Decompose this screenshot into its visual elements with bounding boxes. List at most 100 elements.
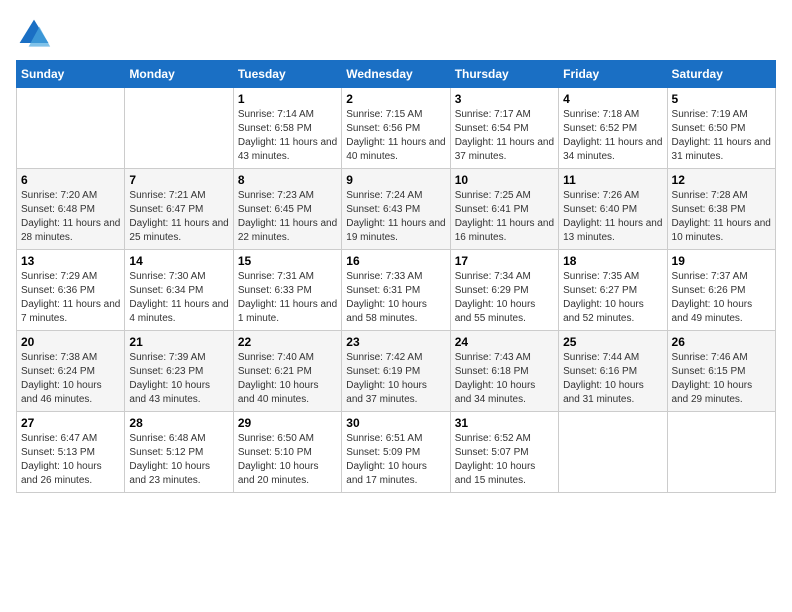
- calendar-week-row: 1 Sunrise: 7:14 AM Sunset: 6:58 PM Daylig…: [17, 88, 776, 169]
- calendar-cell: [559, 412, 667, 493]
- calendar-cell: 2 Sunrise: 7:15 AM Sunset: 6:56 PM Daylig…: [342, 88, 450, 169]
- weekday-header: Monday: [125, 61, 233, 88]
- day-number: 15: [238, 254, 337, 268]
- day-info: Sunrise: 7:42 AM Sunset: 6:19 PM Dayligh…: [346, 351, 445, 407]
- day-number: 20: [21, 335, 120, 349]
- day-number: 29: [238, 416, 337, 430]
- day-number: 9: [346, 173, 445, 187]
- day-info: Sunrise: 6:47 AM Sunset: 5:13 PM Dayligh…: [21, 432, 120, 488]
- day-number: 10: [455, 173, 554, 187]
- weekday-header: Tuesday: [233, 61, 341, 88]
- day-number: 31: [455, 416, 554, 430]
- calendar-cell: 11Sunrise: 7:26 AM Sunset: 6:40 PM Dayli…: [559, 169, 667, 250]
- calendar-week-row: 13 Sunrise: 7:29 AM Sunset: 6:36 PM Dayli…: [17, 250, 776, 331]
- day-info: Sunrise: 6:48 AM Sunset: 5:12 PM Dayligh…: [129, 432, 228, 488]
- weekday-header: Wednesday: [342, 61, 450, 88]
- calendar-cell: 20 Sunrise: 7:38 AM Sunset: 6:24 PM Dayli…: [17, 331, 125, 412]
- calendar-cell: 1 Sunrise: 7:14 AM Sunset: 6:58 PM Daylig…: [233, 88, 341, 169]
- calendar-cell: 7 Sunrise: 7:21 AM Sunset: 6:47 PM Daylig…: [125, 169, 233, 250]
- calendar-week-row: 6 Sunrise: 7:20 AM Sunset: 6:48 PM Daylig…: [17, 169, 776, 250]
- logo: [16, 16, 56, 52]
- day-info: Sunrise: 7:44 AM Sunset: 6:16 PM Dayligh…: [563, 351, 662, 407]
- weekday-header: Sunday: [17, 61, 125, 88]
- day-info: Sunrise: 7:15 AM Sunset: 6:56 PM Dayligh…: [346, 108, 445, 164]
- day-number: 25: [563, 335, 662, 349]
- day-number: 12: [672, 173, 771, 187]
- day-info: Sunrise: 7:31 AM Sunset: 6:33 PM Dayligh…: [238, 270, 337, 326]
- day-number: 19: [672, 254, 771, 268]
- calendar-cell: 25 Sunrise: 7:44 AM Sunset: 6:16 PM Dayli…: [559, 331, 667, 412]
- calendar-cell: 18 Sunrise: 7:35 AM Sunset: 6:27 PM Dayli…: [559, 250, 667, 331]
- day-number: 17: [455, 254, 554, 268]
- calendar-cell: [125, 88, 233, 169]
- calendar-cell: 21 Sunrise: 7:39 AM Sunset: 6:23 PM Dayli…: [125, 331, 233, 412]
- day-number: 13: [21, 254, 120, 268]
- day-info: Sunrise: 7:24 AM Sunset: 6:43 PM Dayligh…: [346, 189, 445, 245]
- calendar-cell: 10 Sunrise: 7:25 AM Sunset: 6:41 PM Dayli…: [450, 169, 558, 250]
- day-number: 4: [563, 92, 662, 106]
- day-number: 5: [672, 92, 771, 106]
- calendar-cell: 30 Sunrise: 6:51 AM Sunset: 5:09 PM Dayli…: [342, 412, 450, 493]
- day-info: Sunrise: 7:21 AM Sunset: 6:47 PM Dayligh…: [129, 189, 228, 245]
- day-number: 6: [21, 173, 120, 187]
- day-number: 22: [238, 335, 337, 349]
- calendar-cell: 14 Sunrise: 7:30 AM Sunset: 6:34 PM Dayli…: [125, 250, 233, 331]
- calendar-cell: 4 Sunrise: 7:18 AM Sunset: 6:52 PM Daylig…: [559, 88, 667, 169]
- day-info: Sunrise: 7:46 AM Sunset: 6:15 PM Dayligh…: [672, 351, 771, 407]
- day-info: Sunrise: 7:19 AM Sunset: 6:50 PM Dayligh…: [672, 108, 771, 164]
- day-number: 24: [455, 335, 554, 349]
- day-number: 23: [346, 335, 445, 349]
- day-info: Sunrise: 7:34 AM Sunset: 6:29 PM Dayligh…: [455, 270, 554, 326]
- day-number: 26: [672, 335, 771, 349]
- calendar-cell: [667, 412, 775, 493]
- day-number: 14: [129, 254, 228, 268]
- day-number: 8: [238, 173, 337, 187]
- calendar-cell: 24 Sunrise: 7:43 AM Sunset: 6:18 PM Dayli…: [450, 331, 558, 412]
- day-info: Sunrise: 6:50 AM Sunset: 5:10 PM Dayligh…: [238, 432, 337, 488]
- page-header: [16, 16, 776, 52]
- calendar-header: SundayMondayTuesdayWednesdayThursdayFrid…: [17, 61, 776, 88]
- day-number: 27: [21, 416, 120, 430]
- day-info: Sunrise: 7:18 AM Sunset: 6:52 PM Dayligh…: [563, 108, 662, 164]
- day-number: 30: [346, 416, 445, 430]
- day-info: Sunrise: 7:30 AM Sunset: 6:34 PM Dayligh…: [129, 270, 228, 326]
- day-info: Sunrise: 7:28 AM Sunset: 6:38 PM Dayligh…: [672, 189, 771, 245]
- day-info: Sunrise: 7:39 AM Sunset: 6:23 PM Dayligh…: [129, 351, 228, 407]
- weekday-header: Saturday: [667, 61, 775, 88]
- calendar-cell: 9 Sunrise: 7:24 AM Sunset: 6:43 PM Daylig…: [342, 169, 450, 250]
- day-info: Sunrise: 7:38 AM Sunset: 6:24 PM Dayligh…: [21, 351, 120, 407]
- logo-icon: [16, 16, 52, 52]
- day-info: Sunrise: 7:40 AM Sunset: 6:21 PM Dayligh…: [238, 351, 337, 407]
- calendar-cell: 28 Sunrise: 6:48 AM Sunset: 5:12 PM Dayli…: [125, 412, 233, 493]
- day-info: Sunrise: 7:26 AM Sunset: 6:40 PM Dayligh…: [563, 189, 662, 245]
- day-info: Sunrise: 6:52 AM Sunset: 5:07 PM Dayligh…: [455, 432, 554, 488]
- day-number: 21: [129, 335, 228, 349]
- day-info: Sunrise: 7:37 AM Sunset: 6:26 PM Dayligh…: [672, 270, 771, 326]
- calendar-body: 1 Sunrise: 7:14 AM Sunset: 6:58 PM Daylig…: [17, 88, 776, 493]
- day-number: 16: [346, 254, 445, 268]
- calendar-cell: 29 Sunrise: 6:50 AM Sunset: 5:10 PM Dayli…: [233, 412, 341, 493]
- calendar-cell: 17 Sunrise: 7:34 AM Sunset: 6:29 PM Dayli…: [450, 250, 558, 331]
- calendar-table: SundayMondayTuesdayWednesdayThursdayFrid…: [16, 60, 776, 493]
- day-number: 18: [563, 254, 662, 268]
- calendar-cell: 5 Sunrise: 7:19 AM Sunset: 6:50 PM Daylig…: [667, 88, 775, 169]
- day-number: 3: [455, 92, 554, 106]
- day-number: 28: [129, 416, 228, 430]
- day-info: Sunrise: 6:51 AM Sunset: 5:09 PM Dayligh…: [346, 432, 445, 488]
- day-info: Sunrise: 7:14 AM Sunset: 6:58 PM Dayligh…: [238, 108, 337, 164]
- day-info: Sunrise: 7:43 AM Sunset: 6:18 PM Dayligh…: [455, 351, 554, 407]
- calendar-cell: 31 Sunrise: 6:52 AM Sunset: 5:07 PM Dayli…: [450, 412, 558, 493]
- day-info: Sunrise: 7:20 AM Sunset: 6:48 PM Dayligh…: [21, 189, 120, 245]
- day-number: 1: [238, 92, 337, 106]
- day-info: Sunrise: 7:17 AM Sunset: 6:54 PM Dayligh…: [455, 108, 554, 164]
- calendar-week-row: 27 Sunrise: 6:47 AM Sunset: 5:13 PM Dayli…: [17, 412, 776, 493]
- day-info: Sunrise: 7:35 AM Sunset: 6:27 PM Dayligh…: [563, 270, 662, 326]
- day-info: Sunrise: 7:29 AM Sunset: 6:36 PM Dayligh…: [21, 270, 120, 326]
- day-number: 2: [346, 92, 445, 106]
- day-info: Sunrise: 7:25 AM Sunset: 6:41 PM Dayligh…: [455, 189, 554, 245]
- weekday-header: Friday: [559, 61, 667, 88]
- calendar-cell: 27 Sunrise: 6:47 AM Sunset: 5:13 PM Dayli…: [17, 412, 125, 493]
- day-number: 7: [129, 173, 228, 187]
- calendar-cell: 3 Sunrise: 7:17 AM Sunset: 6:54 PM Daylig…: [450, 88, 558, 169]
- calendar-cell: 12 Sunrise: 7:28 AM Sunset: 6:38 PM Dayli…: [667, 169, 775, 250]
